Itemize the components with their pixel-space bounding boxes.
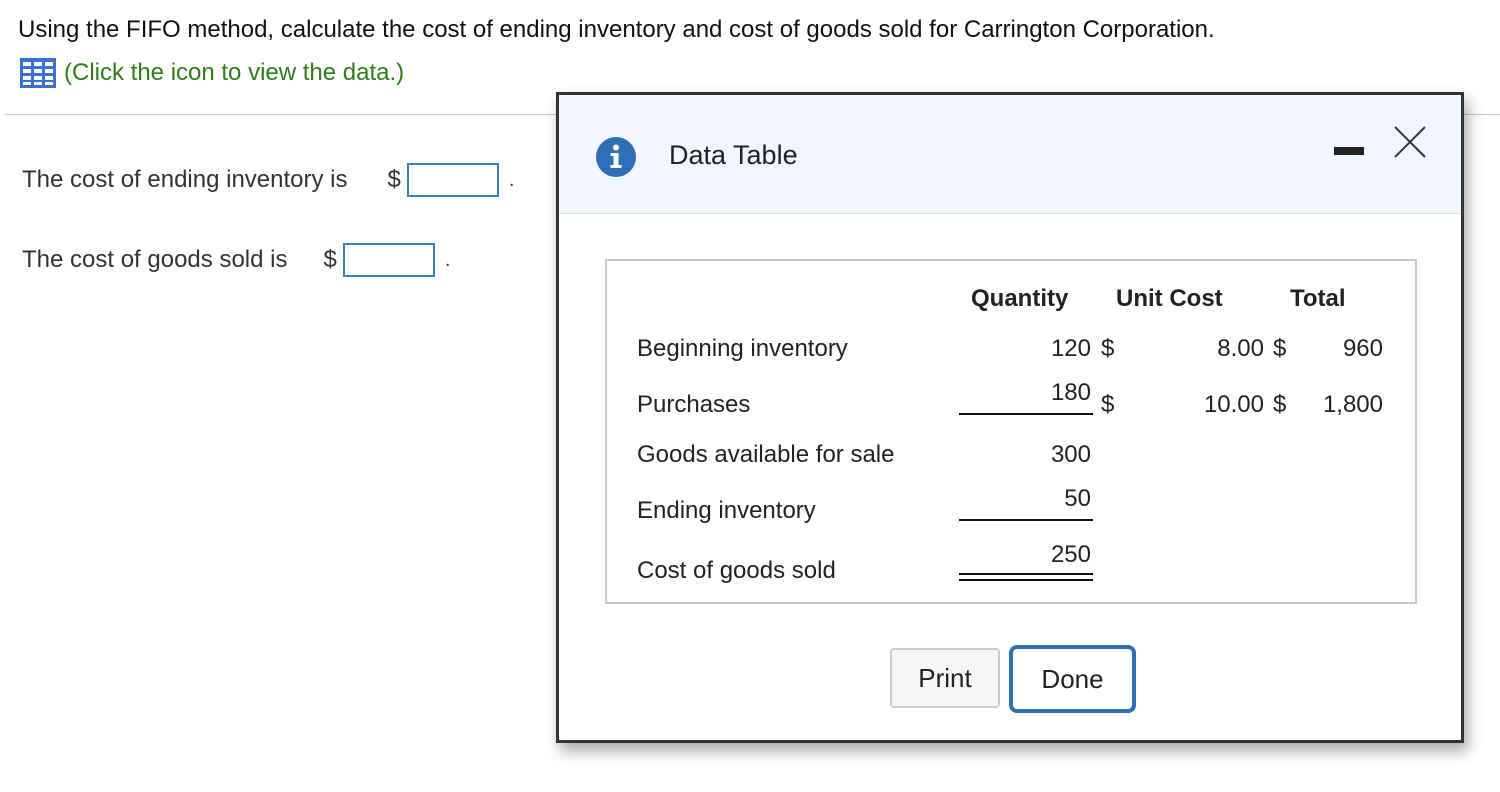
row-total: 960 xyxy=(1342,335,1383,362)
view-data-link-text[interactable]: (Click the icon to view the data.) xyxy=(64,59,404,87)
ending-inventory-label: The cost of ending inventory is xyxy=(22,166,348,193)
quantity-double-underline-bottom xyxy=(959,579,1093,581)
row-quantity: 50 xyxy=(1064,485,1091,512)
cogs-row: The cost of goods sold is $ . xyxy=(22,243,450,277)
ending-inventory-period: . xyxy=(508,168,515,191)
row-quantity: 300 xyxy=(1050,441,1091,468)
cogs-label: The cost of goods sold is xyxy=(22,246,288,273)
cogs-input[interactable] xyxy=(342,243,435,277)
row-label: Goods available for sale xyxy=(637,441,895,468)
row-total: 1,800 xyxy=(1322,391,1383,418)
ending-inventory-currency: $ xyxy=(387,166,401,193)
row-label: Cost of goods sold xyxy=(637,557,836,584)
row-total-currency: $ xyxy=(1273,335,1287,362)
table-grid-icon[interactable] xyxy=(20,58,56,88)
header-unit-cost: Unit Cost xyxy=(1116,285,1223,312)
row-label: Beginning inventory xyxy=(637,335,848,362)
print-button[interactable]: Print xyxy=(890,648,1000,708)
page: Using the FIFO method, calculate the cos… xyxy=(0,0,1500,792)
quantity-double-underline-top xyxy=(959,573,1093,575)
done-button[interactable]: Done xyxy=(1009,645,1136,713)
cogs-currency: $ xyxy=(323,246,337,273)
row-unit-cost: 8.00 xyxy=(1217,335,1264,362)
minimize-button[interactable] xyxy=(1334,147,1364,157)
minimize-icon xyxy=(1334,147,1364,155)
quantity-underline xyxy=(959,413,1093,415)
close-icon[interactable] xyxy=(1393,125,1427,159)
info-icon xyxy=(596,137,636,177)
question-text: Using the FIFO method, calculate the cos… xyxy=(18,16,1215,43)
ending-inventory-input[interactable] xyxy=(406,163,499,197)
row-quantity: 180 xyxy=(1050,379,1091,406)
dialog-header[interactable]: Data Table xyxy=(559,95,1461,214)
dialog-title: Data Table xyxy=(669,140,798,170)
row-unit-cost: 10.00 xyxy=(1203,391,1264,418)
data-table-dialog: Data Table Quantity Unit Cost Total Begi… xyxy=(556,92,1464,743)
quantity-underline xyxy=(959,519,1093,521)
row-quantity: 250 xyxy=(1050,541,1091,568)
row-label: Purchases xyxy=(637,391,751,418)
row-quantity: 120 xyxy=(1050,335,1091,362)
data-table: Quantity Unit Cost Total Beginning inven… xyxy=(605,259,1417,604)
view-data-link[interactable]: (Click the icon to view the data.) xyxy=(20,58,404,88)
header-quantity: Quantity xyxy=(971,285,1069,312)
header-total: Total xyxy=(1290,285,1346,312)
row-total-currency: $ xyxy=(1273,391,1287,418)
row-unit-cost-currency: $ xyxy=(1101,391,1115,418)
ending-inventory-row: The cost of ending inventory is $ . xyxy=(22,163,514,197)
row-label: Ending inventory xyxy=(637,497,816,524)
cogs-period: . xyxy=(444,248,451,271)
row-unit-cost-currency: $ xyxy=(1101,335,1115,362)
